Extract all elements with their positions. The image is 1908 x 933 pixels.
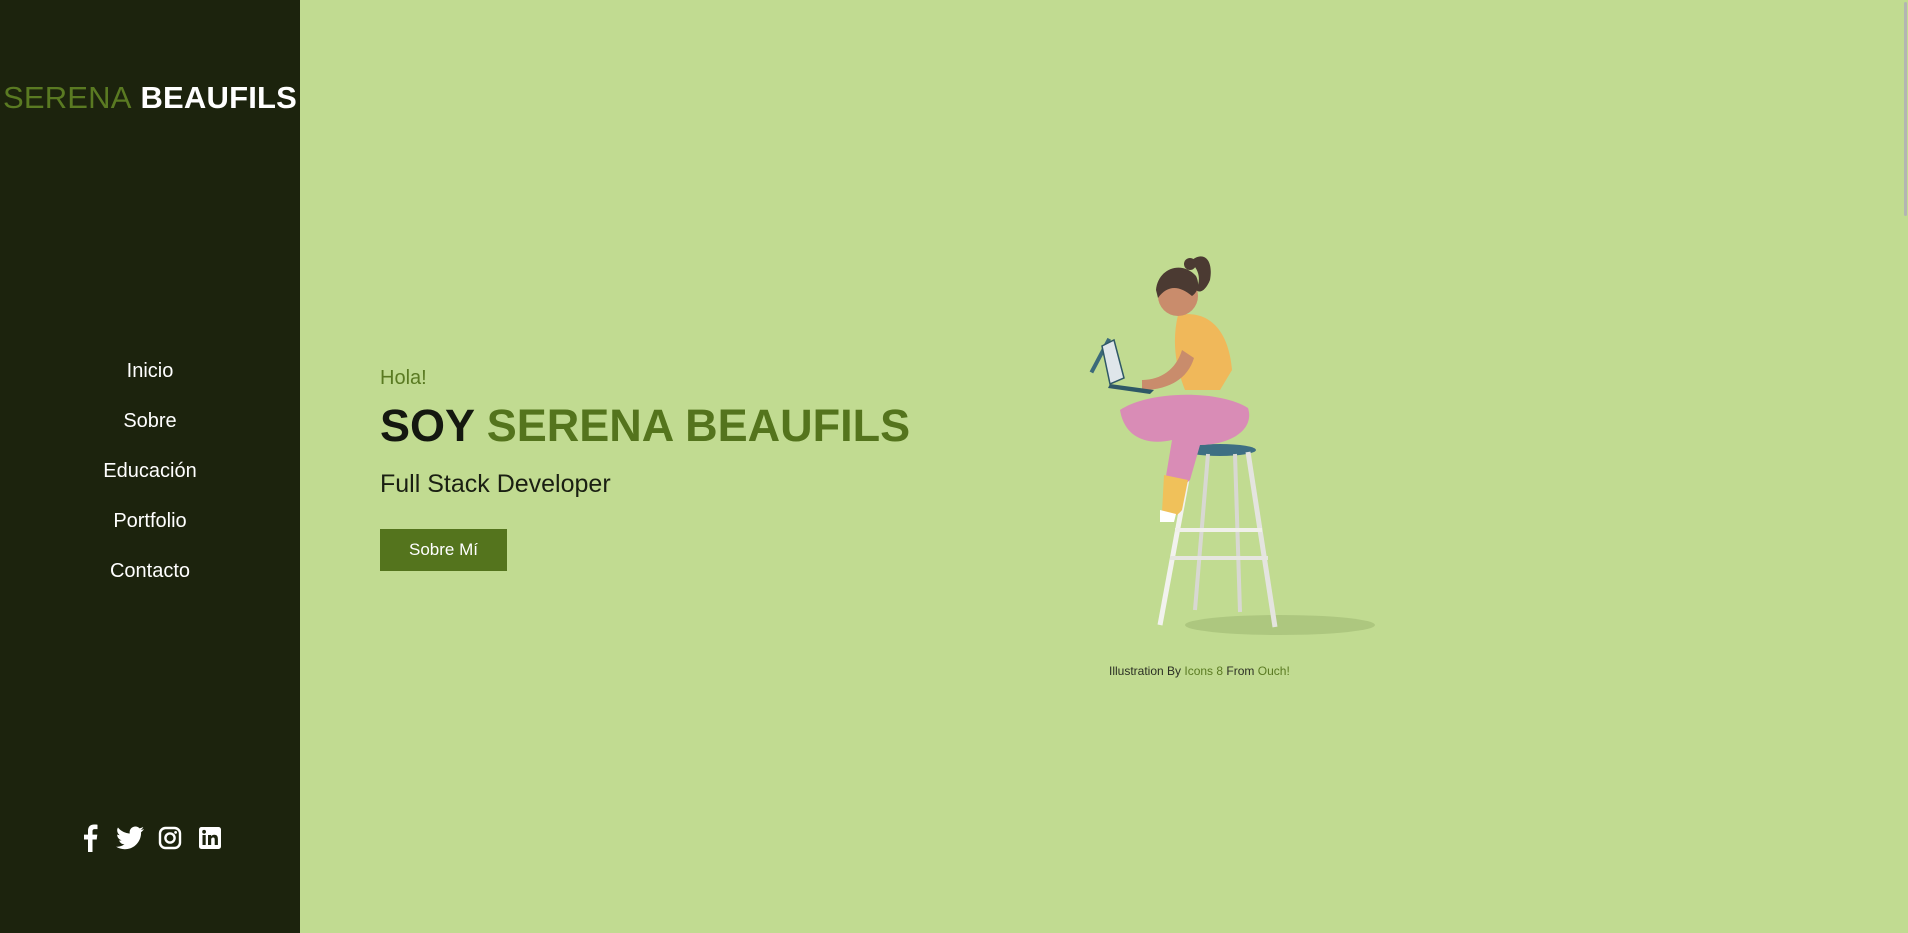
credit-source-link[interactable]: Ouch! <box>1258 664 1290 678</box>
hero-title-name: SERENA BEAUFILS <box>486 400 911 451</box>
nav-item-inicio[interactable]: Inicio <box>0 355 300 405</box>
hero-greeting: Hola! <box>380 367 427 389</box>
page: SERENA BEAUFILS Inicio Sobre Educación P… <box>0 0 1908 933</box>
brand-logo[interactable]: SERENA BEAUFILS <box>0 80 300 116</box>
about-me-button[interactable]: Sobre Mí <box>380 529 507 571</box>
nav-item-educacion[interactable]: Educación <box>0 455 300 505</box>
instagram-icon[interactable] <box>156 822 184 854</box>
credit-author-link[interactable]: Icons 8 <box>1184 664 1223 678</box>
hero-title: SOY SERENA BEAUFILS <box>380 400 910 452</box>
sidebar: SERENA BEAUFILS Inicio Sobre Educación P… <box>0 0 300 933</box>
hero-illustration <box>1080 240 1400 640</box>
social-links <box>0 822 300 854</box>
nav-item-portfolio[interactable]: Portfolio <box>0 505 300 555</box>
page-scrollbar[interactable] <box>1902 0 1908 933</box>
hero-title-prefix: SOY <box>380 400 475 451</box>
twitter-icon[interactable] <box>116 822 144 854</box>
brand-first-name: SERENA <box>2 80 132 115</box>
credit-middle: From <box>1226 664 1255 678</box>
scrollbar-thumb[interactable] <box>1904 2 1907 216</box>
facebook-icon[interactable] <box>76 822 104 854</box>
illustration-credit: Illustration By Icons 8 From Ouch! <box>1109 664 1290 678</box>
sidebar-nav: Inicio Sobre Educación Portfolio Contact… <box>0 355 300 605</box>
credit-prefix: Illustration By <box>1109 664 1182 678</box>
hero-role: Full Stack Developer <box>380 470 611 498</box>
nav-item-contacto[interactable]: Contacto <box>0 555 300 605</box>
nav-item-sobre[interactable]: Sobre <box>0 405 300 455</box>
linkedin-icon[interactable] <box>196 822 224 854</box>
brand-last-name: BEAUFILS <box>140 80 298 115</box>
